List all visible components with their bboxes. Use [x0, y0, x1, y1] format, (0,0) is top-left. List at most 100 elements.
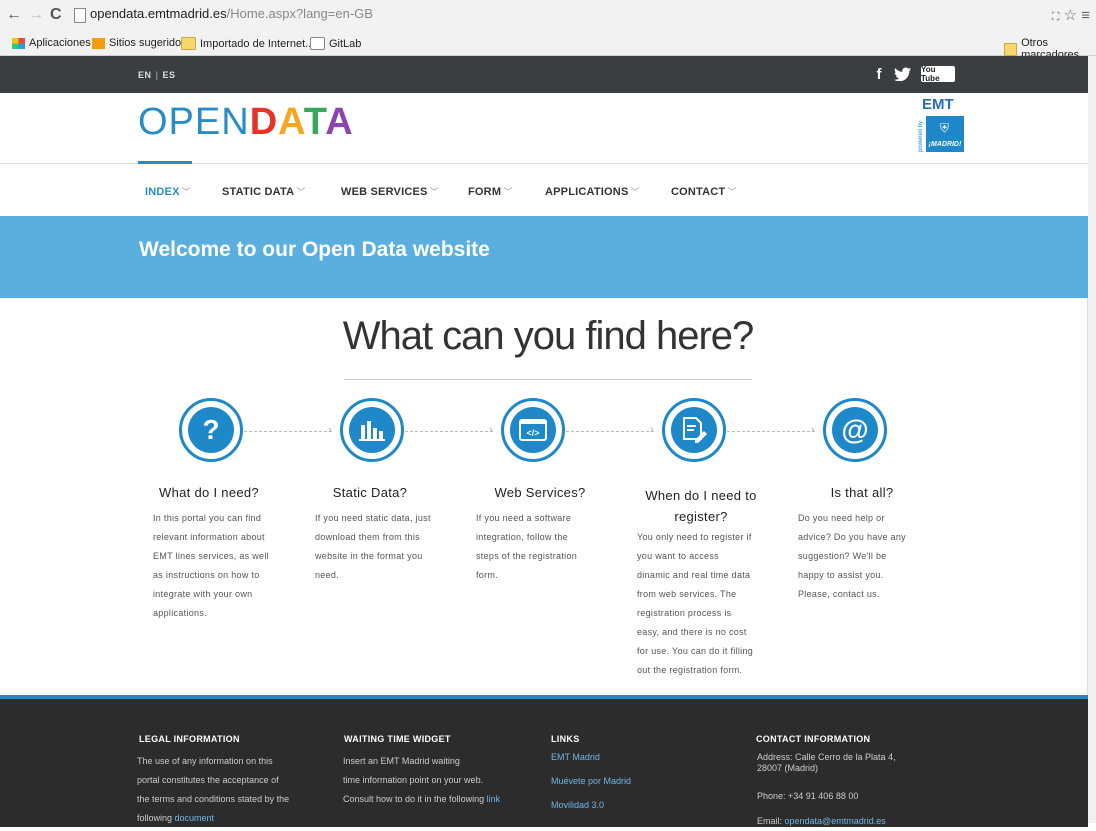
logo-letter: T	[303, 101, 326, 143]
connector-line	[727, 431, 815, 433]
svg-text:</>: </>	[526, 428, 539, 438]
footer-widget-text: Insert an EMT Madrid waiting time inform…	[343, 756, 501, 804]
browser-toolbar: ← → C opendata.emtmadrid.es/Home.aspx?la…	[0, 0, 1096, 34]
column-text: If you need static data, just download t…	[315, 513, 431, 580]
apps-grid-icon	[12, 37, 25, 49]
footer-legal-heading: LEGAL INFORMATION	[139, 734, 240, 744]
opendata-logo[interactable]: OPENDATA	[138, 101, 354, 144]
lang-es-link[interactable]: ES	[163, 70, 176, 80]
chevron-down-icon: ﹀	[429, 187, 439, 197]
legal-document-link[interactable]: document	[175, 813, 215, 823]
column-text: In this portal you can find relevant inf…	[153, 513, 269, 618]
widget-link[interactable]: link	[487, 794, 501, 804]
site-topbar: EN | ES f You Tube	[0, 56, 1088, 93]
page-icon	[74, 8, 86, 23]
footer-address: Address: Calle Cerro de la Plata 4, 2800…	[757, 752, 896, 773]
column-title: Is that all?	[830, 485, 894, 500]
nav-index[interactable]: INDEX ﹀	[145, 185, 191, 198]
nav-web-services[interactable]: WEB SERVICES ﹀	[341, 185, 439, 198]
bar-chart-icon[interactable]	[340, 398, 404, 462]
madrid-shield-icon: ⛨	[940, 121, 950, 135]
address-bar[interactable]: opendata.emtmadrid.es/Home.aspx?lang=en-…	[90, 6, 373, 21]
main-nav: INDEX ﹀ STATIC DATA ﹀ WEB SERVICES ﹀ FORM ﹀ …	[0, 164, 1088, 216]
chevron-down-icon: ﹀	[727, 187, 737, 197]
language-switcher: EN | ES	[138, 70, 176, 80]
nav-static-data[interactable]: STATIC DATA ﹀	[222, 185, 305, 198]
url-path: /Home.aspx?lang=en-GB	[226, 6, 373, 21]
column-text: You only need to register if you want to…	[637, 532, 754, 675]
column-title: What do I need?	[159, 485, 259, 500]
chevron-down-icon: ﹀	[296, 187, 306, 197]
welcome-banner: Welcome to our Open Data website	[0, 216, 1088, 298]
star-icon[interactable]: ☆	[1064, 7, 1077, 24]
column-title: Web Services?	[494, 485, 586, 500]
url-host: opendata.emtmadrid.es	[90, 6, 227, 21]
arrow-right-icon: ›	[811, 424, 815, 436]
column-text: If you need a software integration, foll…	[476, 513, 578, 580]
column-title: Static Data?	[332, 485, 408, 500]
gitlab-icon	[310, 37, 325, 50]
lang-separator: |	[155, 70, 159, 80]
translate-icon[interactable]: ⛶	[1052, 11, 1060, 23]
arrow-right-icon: ›	[489, 424, 493, 436]
footer-contact-heading: CONTACT INFORMATION	[756, 734, 871, 744]
chevron-down-icon: ﹀	[503, 187, 513, 197]
connector-line	[405, 431, 493, 433]
madrid-text: ¡MADRID!	[928, 141, 962, 148]
column-text: Do you need help or advice? Do you have …	[798, 513, 906, 599]
bookmarks-bar: Aplicaciones Sitios sugeridos Importado …	[0, 33, 1096, 61]
reload-icon[interactable]: C	[50, 6, 62, 24]
footer-link[interactable]: Muévete por Madrid	[551, 776, 631, 786]
page-scrollbar[interactable]	[1087, 56, 1096, 823]
footer-legal-text: The use of any information on this porta…	[137, 756, 290, 823]
logo-open-text: OPEN	[138, 101, 250, 143]
forward-arrow-icon[interactable]: →	[28, 6, 44, 24]
banner-title: Welcome to our Open Data website	[139, 238, 490, 261]
youtube-icon[interactable]: You Tube	[921, 65, 955, 83]
menu-icon[interactable]: ≡	[1081, 7, 1090, 24]
section-title: What can you find here?	[342, 314, 755, 358]
logo-letter: A	[325, 101, 354, 143]
column-title: When do I need to register?	[645, 488, 757, 524]
chevron-down-icon: ﹀	[630, 187, 640, 197]
title-divider	[344, 379, 752, 380]
footer-link[interactable]: EMT Madrid	[551, 752, 600, 762]
footer-email: Email: opendata@emtmadrid.es	[757, 816, 886, 826]
footer-links-heading: LINKS	[551, 734, 580, 744]
connector-line	[244, 431, 332, 433]
site-header: OPENDATA EMT powered by ⛨ ¡MADRID!	[0, 93, 1088, 164]
bookmark-imported[interactable]: Importado de Internet...	[181, 37, 314, 50]
bookmark-gitlab[interactable]: GitLab	[310, 37, 361, 50]
connector-line	[566, 431, 654, 433]
nav-contact[interactable]: CONTACT ﹀	[671, 185, 737, 198]
arrow-right-icon: ›	[650, 424, 654, 436]
powered-by-text: powered by	[918, 120, 924, 152]
facebook-icon[interactable]: f	[872, 64, 886, 84]
email-link[interactable]: opendata@emtmadrid.es	[785, 816, 886, 826]
nav-applications[interactable]: APPLICATIONS ﹀	[545, 185, 640, 198]
logo-letter: D	[249, 101, 279, 143]
folder-icon	[181, 37, 196, 50]
back-arrow-icon[interactable]: ←	[6, 6, 22, 24]
at-sign-icon[interactable]: @	[823, 398, 887, 462]
code-window-icon[interactable]: </>	[501, 398, 565, 462]
lang-en-link[interactable]: EN	[138, 70, 152, 80]
emt-text: EMT	[922, 96, 954, 113]
suggested-sites-icon	[92, 37, 105, 49]
site-footer: LEGAL INFORMATION The use of any informa…	[0, 695, 1088, 827]
footer-link[interactable]: Movilidad 3.0	[551, 800, 604, 810]
logo-letter: A	[278, 101, 304, 143]
madrid-badge: ⛨ ¡MADRID!	[926, 116, 964, 152]
twitter-icon[interactable]	[894, 64, 912, 84]
form-pen-icon[interactable]	[662, 398, 726, 462]
bookmark-apps[interactable]: Aplicaciones	[12, 37, 91, 49]
question-icon[interactable]: ?	[179, 398, 243, 462]
footer-phone: Phone: +34 91 406 88 00	[757, 791, 859, 801]
footer-widget-heading: WAITING TIME WIDGET	[344, 734, 451, 744]
nav-form[interactable]: FORM ﹀	[468, 185, 512, 198]
emt-madrid-logo[interactable]: EMT powered by ⛨ ¡MADRID!	[918, 96, 964, 154]
chevron-down-icon: ﹀	[181, 187, 191, 197]
folder-icon	[1004, 42, 1018, 56]
bookmark-suggested[interactable]: Sitios sugeridos	[92, 37, 187, 49]
browser-actions: ⛶ ☆ ≡	[1052, 6, 1090, 24]
